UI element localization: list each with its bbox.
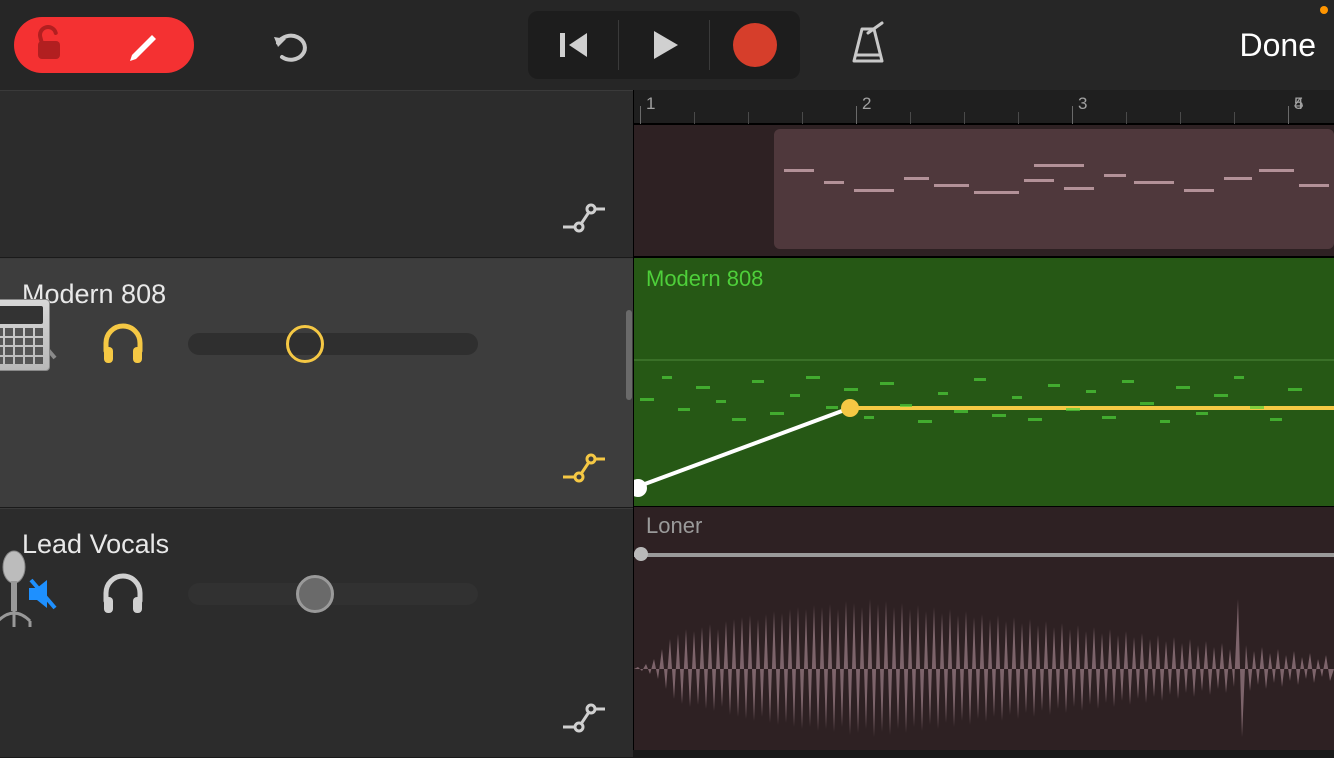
scroll-indicator[interactable] (626, 310, 632, 400)
midi-region[interactable] (774, 129, 1334, 249)
transport-controls (528, 11, 800, 79)
mic-indicator-icon (1320, 6, 1328, 14)
solo-button[interactable] (100, 571, 146, 617)
headphones-icon (100, 321, 146, 367)
bar-number: 5 (1294, 94, 1303, 114)
track-header[interactable] (0, 90, 633, 258)
top-toolbar: Done (0, 0, 1334, 90)
instrument-icon[interactable] (0, 299, 50, 371)
rewind-icon (553, 25, 593, 65)
rewind-button[interactable] (528, 11, 618, 79)
automation-button-active[interactable] (561, 445, 607, 491)
bar-number: 3 (1078, 94, 1087, 114)
track-header-panel: Modern 808 (0, 90, 634, 750)
done-button[interactable]: Done (1240, 27, 1317, 64)
midi-notes (634, 368, 1334, 448)
track-lane[interactable]: Loner (634, 506, 1334, 750)
metronome-icon (844, 21, 892, 69)
automation-button[interactable] (561, 695, 607, 741)
audio-waveform (634, 579, 1334, 750)
volume-slider[interactable] (188, 583, 478, 605)
bar-number: 1 (646, 94, 655, 114)
timeline-ruler[interactable]: 1 2 3 4 5 (634, 90, 1334, 124)
undo-button[interactable] (262, 17, 318, 73)
automation-point[interactable] (634, 547, 648, 561)
instrument-icon[interactable] (0, 549, 50, 621)
bar-number: 2 (862, 94, 871, 114)
track-lane-selected[interactable]: Modern 808 (634, 256, 1334, 506)
record-button[interactable] (710, 11, 800, 79)
volume-slider[interactable] (188, 333, 478, 355)
timeline-area[interactable]: 1 2 3 4 5 Modern 808 (634, 90, 1334, 750)
record-icon (733, 23, 777, 67)
play-button[interactable] (619, 11, 709, 79)
undo-icon (268, 23, 312, 67)
volume-thumb[interactable] (296, 575, 334, 613)
unlock-icon (34, 25, 66, 66)
automation-button[interactable] (561, 195, 607, 241)
midi-notes (774, 129, 1334, 249)
metronome-button[interactable] (840, 17, 896, 73)
track-header[interactable]: Lead Vocals (0, 508, 633, 758)
headphones-icon (100, 571, 146, 617)
volume-thumb[interactable] (286, 325, 324, 363)
play-icon (644, 25, 684, 65)
automation-icon (561, 203, 607, 233)
automation-icon (561, 703, 607, 733)
edit-lock-group (14, 17, 194, 73)
automation-icon (561, 453, 607, 483)
automation-line[interactable] (634, 545, 1334, 565)
region-name: Loner (646, 513, 702, 539)
track-header-selected[interactable]: Modern 808 (0, 258, 633, 508)
track-lane[interactable] (634, 124, 1334, 256)
pencil-icon (124, 23, 164, 68)
solo-button[interactable] (100, 321, 146, 367)
edit-mode-toggle[interactable] (14, 17, 194, 73)
